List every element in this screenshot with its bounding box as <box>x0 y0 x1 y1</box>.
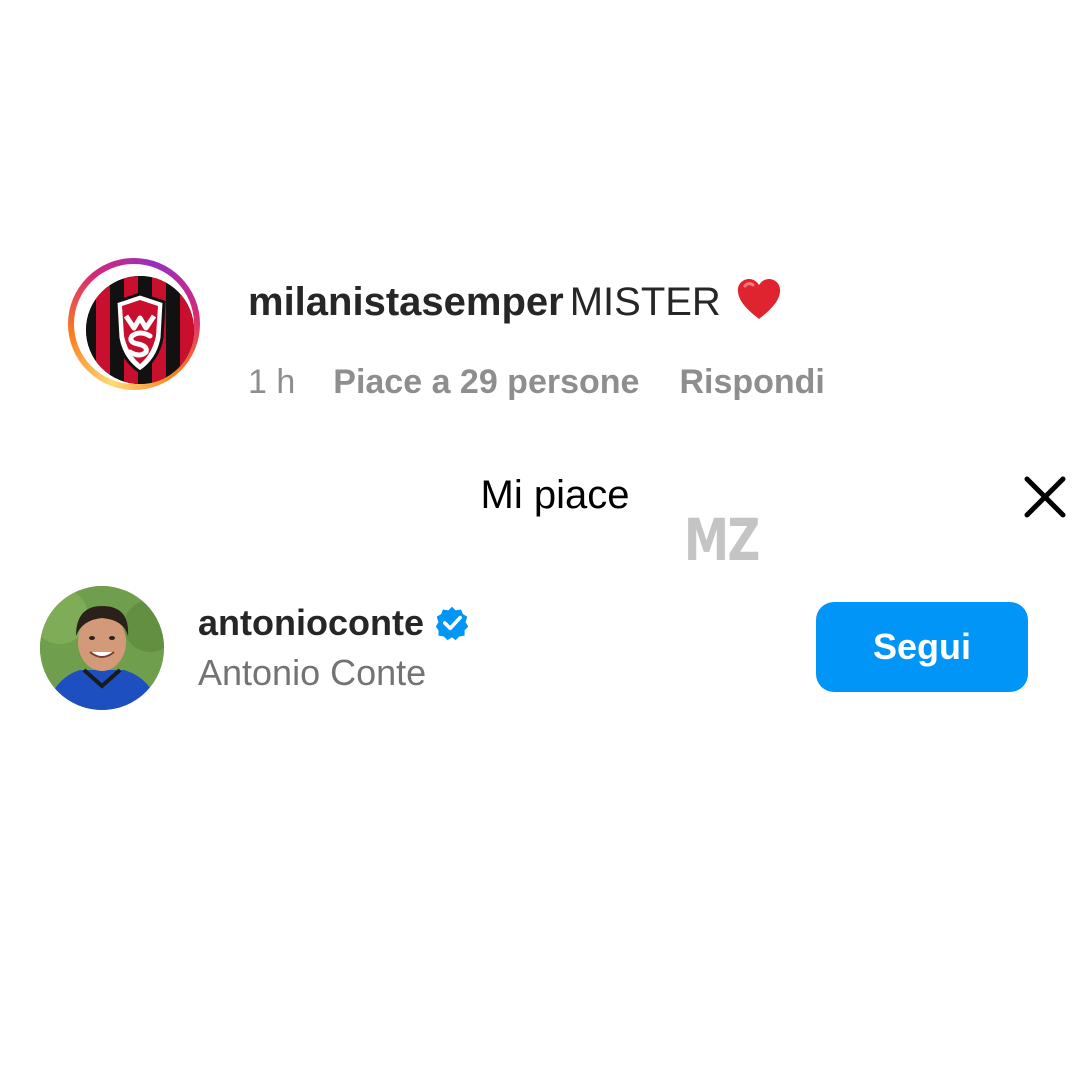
instagram-likes-screen: milanistasemper MISTER 1 h Piace a 29 pers… <box>0 0 1080 1080</box>
user-handle[interactable]: antonioconte <box>198 602 424 643</box>
watermark: MZ <box>684 506 760 574</box>
close-icon[interactable] <box>1020 472 1070 522</box>
club-crest-logo <box>86 276 194 384</box>
user-avatar[interactable] <box>40 586 164 710</box>
comment-meta: 1 h Piace a 29 persone Rispondi <box>248 360 825 404</box>
profile-photo <box>40 586 164 710</box>
story-ring[interactable] <box>68 258 200 390</box>
commenter-username[interactable]: milanistasemper <box>248 280 564 324</box>
red-heart-icon <box>737 279 780 319</box>
reply-button[interactable]: Rispondi <box>679 360 824 404</box>
comment-likes-link[interactable]: Piace a 29 persone <box>333 360 639 404</box>
verified-badge-icon <box>435 606 469 641</box>
comment-text: MISTER <box>569 280 721 324</box>
likes-panel-title: Mi piace <box>480 473 630 517</box>
follow-button[interactable]: Segui <box>816 602 1028 692</box>
comment-body: milanistasemper MISTER <box>248 276 783 328</box>
user-handle-row[interactable]: antonioconte <box>198 600 470 646</box>
commenter-avatar <box>86 276 194 384</box>
user-full-name: Antonio Conte <box>198 652 427 693</box>
comment-timestamp: 1 h <box>248 363 296 401</box>
